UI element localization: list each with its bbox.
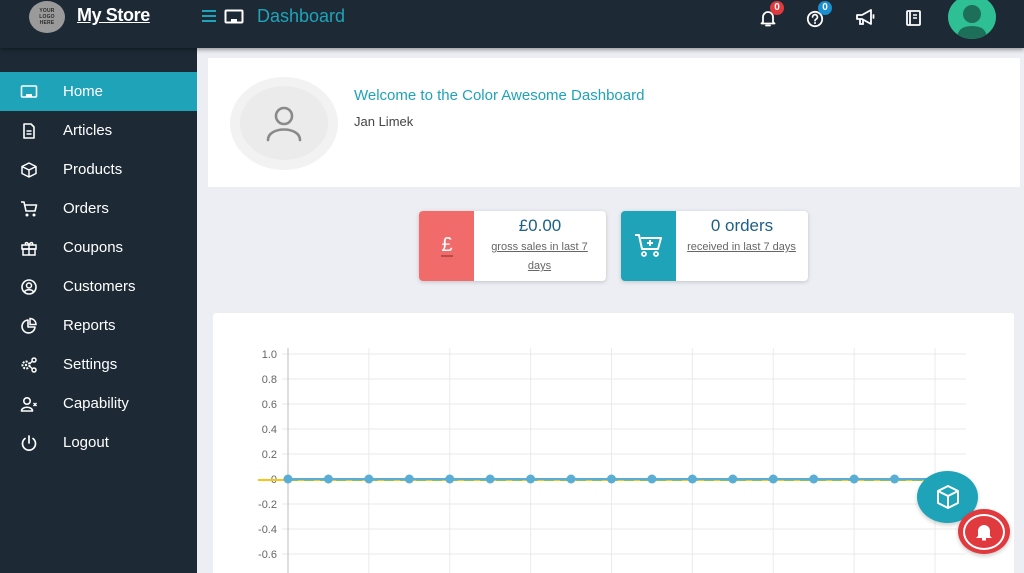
- user-circle-icon: [21, 279, 37, 295]
- megaphone-icon: [856, 9, 875, 25]
- help-badge: 0: [818, 1, 832, 15]
- user-silhouette-icon: [957, 5, 987, 39]
- data-point: [809, 474, 819, 484]
- sidebar-item-settings[interactable]: Settings: [0, 345, 197, 384]
- data-point: [445, 474, 455, 484]
- sidebar-item-label: Logout: [63, 434, 109, 451]
- sidebar-item-label: Settings: [63, 356, 118, 373]
- sidebar-item-articles[interactable]: Articles: [0, 111, 197, 150]
- data-point: [607, 474, 616, 484]
- bell-ring: [963, 513, 1005, 550]
- sidebar-item-label: Customers: [63, 278, 136, 295]
- page-title: Dashboard: [257, 6, 346, 26]
- y-tick-label: 0.6: [262, 399, 277, 411]
- notifications-badge: 0: [770, 1, 784, 15]
- announcements-button[interactable]: [855, 8, 875, 28]
- user-x-icon: [20, 396, 37, 412]
- knowledgebase-button[interactable]: [905, 8, 925, 28]
- gross-sales-icon-box: £: [419, 211, 474, 281]
- pie-chart-icon: [21, 317, 37, 334]
- sidebar-item-label: Reports: [63, 317, 116, 334]
- welcome-user-name: Jan Limek: [354, 114, 414, 129]
- data-point: [526, 474, 536, 484]
- bell-icon: [976, 524, 992, 540]
- top-bar: YOUR LOGO HERE My Store Dashboard 0 0: [0, 0, 1024, 48]
- sidebar-item-reports[interactable]: Reports: [0, 306, 197, 345]
- sidebar-item-orders[interactable]: Orders: [0, 189, 197, 228]
- power-icon: [21, 435, 37, 451]
- store-logo[interactable]: YOUR LOGO HERE: [29, 1, 65, 33]
- y-tick-label: -0.4: [258, 524, 277, 536]
- data-point: [283, 474, 293, 484]
- data-point: [566, 474, 576, 484]
- sidebar-item-label: Capability: [63, 395, 129, 412]
- data-point: [364, 474, 374, 484]
- sidebar-item-label: Orders: [63, 200, 109, 217]
- data-point: [404, 474, 414, 484]
- cart-plus-icon: [634, 234, 662, 257]
- book-icon: [906, 10, 921, 26]
- menu-toggle-icon[interactable]: [202, 10, 216, 22]
- data-point: [323, 474, 333, 484]
- sidebar-item-logout[interactable]: Logout: [0, 423, 197, 462]
- gears-icon: [21, 357, 37, 373]
- sidebar-item-label: Home: [63, 83, 104, 100]
- cube-icon: [936, 485, 959, 509]
- document-icon: [23, 123, 35, 139]
- user-icon: [266, 106, 302, 142]
- gross-sales-value: £0.00: [518, 216, 562, 235]
- y-tick-label: 0.8: [262, 374, 277, 386]
- welcome-title: Welcome to the Color Awesome Dashboard: [354, 87, 645, 104]
- sales-line-chart: 1.00.80.60.40.20-0.2-0.4-0.6: [258, 348, 966, 573]
- help-button[interactable]: 0: [806, 1, 832, 28]
- monitor-icon: [224, 9, 244, 24]
- y-tick-label: -0.6: [258, 549, 277, 561]
- sidebar-item-home[interactable]: Home: [0, 72, 197, 111]
- y-tick-label: -0.2: [258, 499, 277, 511]
- sidebar-item-label: Products: [63, 161, 123, 178]
- y-tick-label: 1.0: [262, 349, 277, 361]
- sales-chart-card: 1.00.80.60.40.20-0.2-0.4-0.6: [213, 313, 1014, 573]
- data-point: [485, 474, 495, 484]
- gift-icon: [21, 241, 37, 256]
- sidebar-item-coupons[interactable]: Coupons: [0, 228, 197, 267]
- notification-fab-button[interactable]: [958, 509, 1010, 554]
- data-point: [647, 474, 657, 484]
- data-point: [849, 474, 859, 484]
- welcome-card: Welcome to the Color Awesome Dashboard J…: [208, 58, 1020, 187]
- y-tick-label: 0.2: [262, 449, 277, 461]
- data-point: [728, 474, 738, 484]
- pound-icon: £: [440, 234, 453, 257]
- sidebar-item-label: Articles: [63, 122, 113, 139]
- monitor-icon: [20, 85, 38, 98]
- store-name-link[interactable]: My Store: [77, 5, 150, 26]
- gross-sales-link[interactable]: gross sales in last 7 days: [479, 238, 600, 276]
- sidebar-item-label: Coupons: [63, 239, 124, 256]
- cart-icon: [21, 201, 38, 217]
- profile-avatar-inner: [240, 86, 328, 160]
- sidebar-item-capability[interactable]: Capability: [0, 384, 197, 423]
- data-point: [890, 474, 900, 484]
- orders-link[interactable]: received in last 7 days: [681, 238, 802, 257]
- user-avatar[interactable]: [948, 0, 996, 39]
- data-point: [687, 474, 697, 484]
- notifications-button[interactable]: 0: [758, 1, 784, 28]
- data-point: [768, 474, 778, 484]
- sidebar-item-products[interactable]: Products: [0, 150, 197, 189]
- box-icon: [21, 162, 37, 178]
- orders-icon-box: [621, 211, 676, 281]
- sidebar: Home Articles Products Orders Coupons Cu…: [0, 48, 197, 573]
- gross-sales-card[interactable]: £ £0.00 gross sales in last 7 days: [419, 211, 606, 281]
- logo-text-line: HERE: [39, 20, 55, 26]
- y-tick-label: 0.4: [262, 424, 277, 436]
- svg-text:£: £: [441, 234, 452, 256]
- orders-card[interactable]: 0 orders received in last 7 days: [621, 211, 808, 281]
- orders-value: 0 orders: [710, 216, 774, 235]
- sidebar-item-customers[interactable]: Customers: [0, 267, 197, 306]
